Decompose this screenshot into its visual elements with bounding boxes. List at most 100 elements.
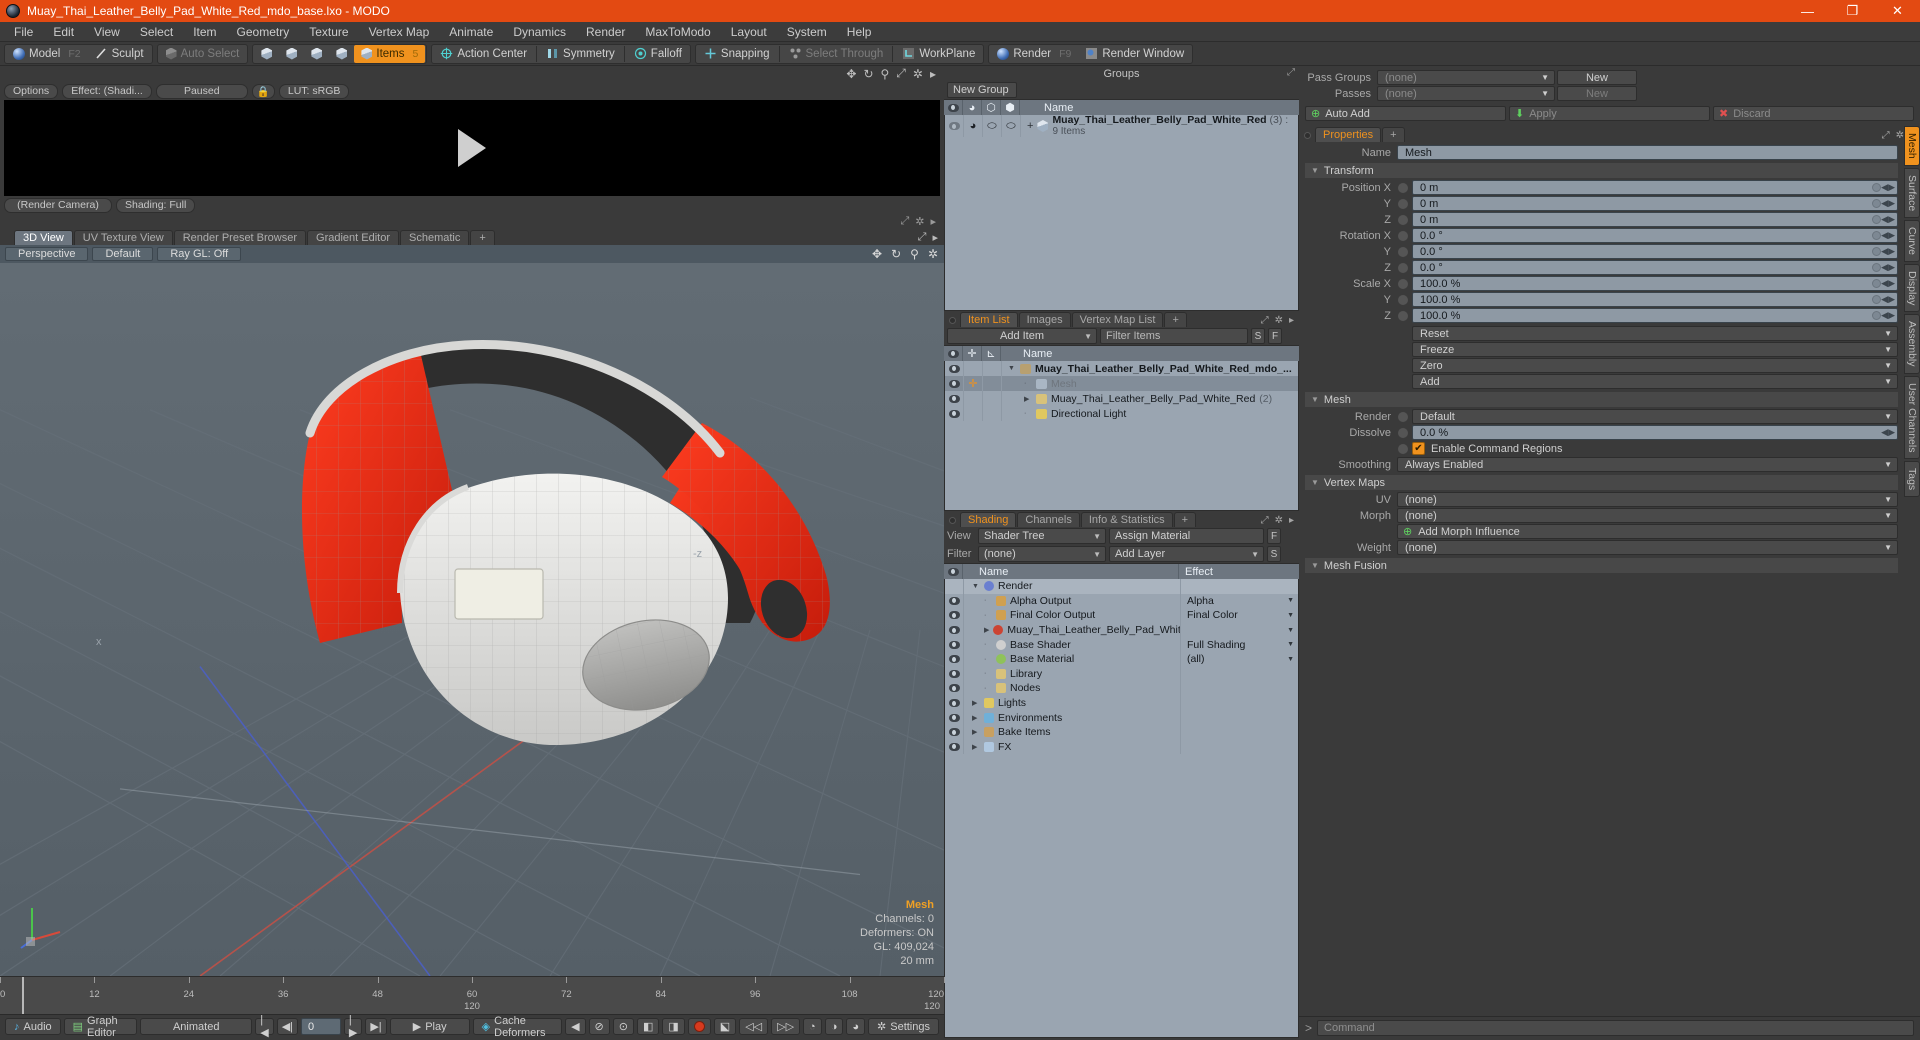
view-dropdown[interactable]: Shader Tree ▼ xyxy=(978,528,1106,544)
list-item[interactable]: ▼ Render xyxy=(945,579,1298,594)
field-value[interactable]: 0.0 ° ◀▶ xyxy=(1412,260,1898,275)
expand-icon[interactable]: ⤢ xyxy=(1261,315,1269,326)
chevron-right-icon[interactable]: · xyxy=(984,670,992,677)
items-mode-button[interactable]: Items 5 xyxy=(354,44,426,63)
fit-icon[interactable]: ⤢ xyxy=(900,215,909,228)
model-mode-button[interactable]: Model F2 xyxy=(6,45,88,63)
add-item-button[interactable]: Add Item ▼ xyxy=(947,328,1097,344)
chevron-right-icon[interactable]: ▸ xyxy=(1289,315,1294,326)
row-effect-cell[interactable]: (all) ▼ xyxy=(1180,651,1298,667)
apply-button[interactable]: ⬇ Apply xyxy=(1509,106,1710,121)
chevron-right-icon[interactable]: · xyxy=(984,597,992,604)
render-button[interactable]: Render F9 xyxy=(990,45,1078,63)
expand-icon[interactable]: ⤢ xyxy=(1261,515,1269,526)
auto-add-button[interactable]: ⊕ Auto Add xyxy=(1305,106,1506,121)
menu-item-file[interactable]: File xyxy=(4,22,43,42)
timeline[interactable]: 0 12 24 36 48 60 72 84 96 108 120 120 120 xyxy=(0,976,945,1014)
row-visibility-toggle[interactable] xyxy=(945,406,964,421)
filter-f-button[interactable]: F xyxy=(1268,328,1282,344)
visibility-column-icon[interactable] xyxy=(944,99,963,116)
vertex-map-dropdown[interactable]: (none) ▼ xyxy=(1397,492,1898,507)
row-axis-toggle[interactable] xyxy=(983,376,1002,391)
row-effect-cell[interactable]: Final Color ▼ xyxy=(1180,608,1298,623)
field-knob[interactable] xyxy=(1397,309,1409,322)
field-mini-knob[interactable] xyxy=(1872,231,1881,240)
lock-icon[interactable]: 🔒 xyxy=(251,83,275,99)
chevron-right-icon[interactable]: ▸ xyxy=(930,215,936,228)
field-mini-knob[interactable] xyxy=(1872,279,1881,288)
list-item[interactable]: ▶ Lights xyxy=(945,695,1298,711)
menu-item-texture[interactable]: Texture xyxy=(299,22,358,42)
frame-field[interactable]: 0 xyxy=(301,1018,341,1035)
field-mini-knob[interactable] xyxy=(1872,183,1881,192)
add-layer-s-button[interactable]: S xyxy=(1267,546,1281,562)
polygons-mode-button[interactable] xyxy=(304,45,329,63)
move-icon[interactable]: ✥ xyxy=(846,67,856,81)
chevron-right-icon[interactable]: ▶ xyxy=(972,699,980,707)
render-preview[interactable] xyxy=(4,100,940,196)
menu-item-geometry[interactable]: Geometry xyxy=(227,22,300,42)
workplane-button[interactable]: WorkPlane xyxy=(895,45,982,63)
vertical-tab-user-channels[interactable]: User Channels xyxy=(1904,375,1920,460)
panel-menu-dot[interactable] xyxy=(949,317,956,324)
key-prev-icon[interactable]: ◁◁ xyxy=(739,1018,769,1035)
field-value[interactable]: 100.0 % ◀▶ xyxy=(1412,276,1898,291)
field-knob[interactable] xyxy=(1397,245,1409,258)
menu-item-select[interactable]: Select xyxy=(130,22,183,42)
fit-icon[interactable]: ⤢ xyxy=(896,66,906,81)
row-visibility-toggle[interactable] xyxy=(945,651,964,667)
field-mini-knob[interactable] xyxy=(1872,215,1881,224)
chevron-right-icon[interactable]: · xyxy=(1024,410,1032,417)
tab-properties[interactable]: Properties xyxy=(1315,127,1382,142)
field-mini-knob[interactable] xyxy=(1872,199,1881,208)
row-visibility-toggle[interactable] xyxy=(945,608,964,623)
vertical-tab-surface[interactable]: Surface xyxy=(1904,167,1920,218)
tab--[interactable]: + xyxy=(1173,512,1197,527)
field-knob[interactable] xyxy=(1397,277,1409,290)
list-item[interactable]: · Library xyxy=(945,666,1298,682)
menu-item-view[interactable]: View xyxy=(84,22,130,42)
field-value[interactable]: 100.0 % ◀▶ xyxy=(1412,308,1898,323)
preview-lut-button[interactable]: LUT: sRGB xyxy=(278,83,350,99)
viewport-3d[interactable]: -z x Mesh Channels: 0 Deformers: ON GL: … xyxy=(0,263,944,976)
chevron-down-icon[interactable]: ▼ xyxy=(1287,641,1294,648)
filter-dropdown[interactable]: (none) ▼ xyxy=(978,546,1106,562)
chevron-down-icon[interactable]: ▼ xyxy=(1287,612,1294,619)
key-right-icon[interactable]: ◨ xyxy=(662,1018,685,1035)
field-mini-knob[interactable] xyxy=(1872,263,1881,272)
row-visibility-toggle[interactable] xyxy=(945,593,964,609)
zoom-icon[interactable]: ⚲ xyxy=(881,67,890,81)
chevron-right-icon[interactable]: · xyxy=(984,612,992,619)
visibility-column-icon[interactable] xyxy=(944,345,963,362)
command-regions-knob[interactable] xyxy=(1397,442,1409,455)
command-input[interactable]: Command xyxy=(1317,1019,1914,1036)
list-item[interactable]: ▶ Bake Items xyxy=(945,724,1298,740)
row-transform-toggle[interactable] xyxy=(964,361,983,376)
render-window-button[interactable]: Render Window xyxy=(1078,45,1191,63)
name-field[interactable]: Mesh xyxy=(1397,145,1898,160)
row-transform-toggle[interactable] xyxy=(964,406,983,421)
field-mini-knob[interactable] xyxy=(1872,247,1881,256)
row-visibility-toggle[interactable] xyxy=(945,739,964,755)
vertex-maps-section-header[interactable]: ▼ Vertex Maps xyxy=(1305,475,1898,490)
action-center-button[interactable]: Action Center xyxy=(433,45,534,63)
dissolve-field[interactable]: 0.0 % ◀▶ xyxy=(1412,425,1898,440)
field-knob[interactable] xyxy=(1397,197,1409,210)
rotate-icon[interactable]: ↻ xyxy=(891,247,901,261)
chevron-down-icon[interactable]: ▼ xyxy=(1008,365,1016,372)
no-entry-icon[interactable]: ⊘ xyxy=(588,1018,610,1035)
spinner-arrows-icon[interactable]: ◀▶ xyxy=(1881,198,1895,209)
expand-plus-icon[interactable]: + xyxy=(1027,120,1033,132)
chevron-right-icon[interactable]: · xyxy=(984,656,992,663)
table-row[interactable]: ✛ · Mesh xyxy=(945,376,1298,391)
sculpt-mode-button[interactable]: Sculpt xyxy=(88,45,151,63)
list-item[interactable]: · Alpha Output Alpha ▼ xyxy=(945,593,1298,609)
rotate-icon[interactable]: ↻ xyxy=(863,67,873,81)
falloff-button[interactable]: Falloff xyxy=(627,45,689,63)
prev-frame-button[interactable]: ◀| xyxy=(276,1018,299,1035)
field-knob[interactable] xyxy=(1397,293,1409,306)
mesh-section-header[interactable]: ▼ Mesh xyxy=(1305,392,1898,407)
field-value[interactable]: 0 m ◀▶ xyxy=(1412,212,1898,227)
chevron-right-icon[interactable]: · xyxy=(1024,380,1032,387)
tab-item-list[interactable]: Item List xyxy=(960,312,1018,327)
